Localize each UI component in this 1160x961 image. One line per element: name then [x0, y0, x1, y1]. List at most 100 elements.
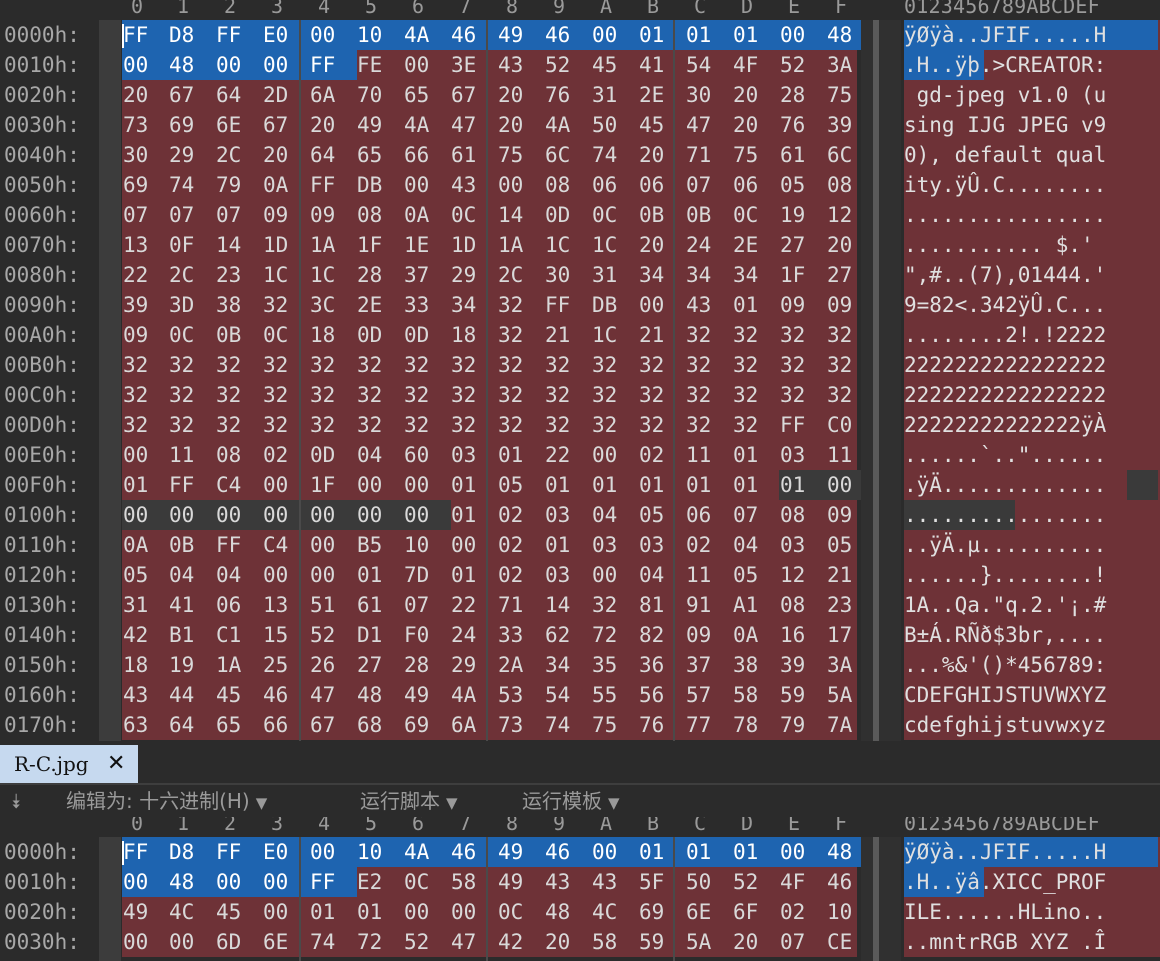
hex-byte[interactable]: 27 [356, 650, 404, 680]
hex-byte[interactable]: 07 [779, 927, 827, 957]
hex-byte[interactable]: 4A [403, 110, 451, 140]
hex-row[interactable]: 0100h: 00 00 00 00 00 00 00 01 02 03 04 05 06 07 08 09..… [0, 500, 1160, 530]
hex-byte[interactable]: 0D [403, 320, 451, 350]
hex-byte[interactable]: 32 [262, 350, 310, 380]
hex-byte[interactable]: 03 [779, 530, 827, 560]
hex-byte[interactable]: 49 [356, 110, 404, 140]
hex-byte[interactable]: 00 [779, 20, 827, 50]
hex-byte[interactable]: 58 [450, 867, 498, 897]
hex-byte[interactable]: 37 [685, 650, 733, 680]
hex-byte[interactable]: 32 [779, 380, 827, 410]
hex-row[interactable]: 0120h: 05 04 04 00 00 01 7D 01 02 03 00 04 11 05 12 21..… [0, 560, 1160, 590]
hex-byte[interactable]: 02 [779, 897, 827, 927]
hex-row[interactable]: 0000h: FF D8 FF E0 00 10 4A 46 49 46 00 01 01 01 00 48 ÿØ… [0, 20, 1160, 50]
hex-byte[interactable]: 52 [309, 620, 357, 650]
hex-byte[interactable]: 08 [779, 590, 827, 620]
hex-byte[interactable]: 07 [403, 590, 451, 620]
hex-byte[interactable]: 53 [497, 680, 545, 710]
hex-byte[interactable]: 20 [732, 80, 780, 110]
hex-byte[interactable]: 46 [262, 680, 310, 710]
hex-byte[interactable]: 03 [544, 560, 592, 590]
hex-byte[interactable]: 32 [356, 350, 404, 380]
hex-byte[interactable]: 61 [356, 590, 404, 620]
hex-byte[interactable]: 00 [356, 470, 404, 500]
hex-byte[interactable]: 30 [122, 140, 170, 170]
hex-byte[interactable]: 65 [356, 140, 404, 170]
hex-byte[interactable]: 67 [168, 80, 216, 110]
hex-byte[interactable]: 08 [779, 500, 827, 530]
hex-byte[interactable]: 4C [591, 897, 639, 927]
ascii-column[interactable]: .ÿÄ............. [904, 470, 1160, 500]
hex-byte[interactable]: 3E [450, 50, 498, 80]
hex-row[interactable]: 00A0h: 09 0C 0B 0C 18 0D 0D 18 32 21 1C 21 32 32 32 32..… [0, 320, 1160, 350]
hex-byte[interactable]: 13 [122, 230, 170, 260]
scrollbar-thumb[interactable] [873, 837, 879, 961]
hex-byte[interactable]: 0A [262, 170, 310, 200]
hex-byte[interactable]: 00 [168, 500, 216, 530]
run-script-dropdown[interactable]: 运行脚本 ▼ [360, 785, 458, 819]
hex-row[interactable]: 0080h: 22 2C 23 1C 1C 28 37 29 2C 30 31 34 34 34 1F 27 ",… [0, 260, 1160, 290]
hex-byte[interactable]: 41 [638, 50, 686, 80]
hex-byte[interactable]: 11 [685, 440, 733, 470]
hex-byte[interactable]: 12 [779, 560, 827, 590]
hex-byte[interactable]: 00 [122, 500, 170, 530]
hex-byte[interactable]: 01 [356, 897, 404, 927]
hex-byte[interactable]: 2E [638, 80, 686, 110]
hex-byte[interactable]: 72 [356, 927, 404, 957]
hex-byte[interactable]: 47 [309, 680, 357, 710]
hex-byte[interactable]: 2E [356, 290, 404, 320]
hex-byte[interactable]: 0C [403, 867, 451, 897]
hex-byte[interactable]: 32 [403, 410, 451, 440]
hex-byte[interactable]: 10 [356, 20, 404, 50]
hex-byte[interactable]: 02 [638, 440, 686, 470]
hex-byte[interactable]: 2C [168, 260, 216, 290]
hex-byte[interactable]: 33 [497, 620, 545, 650]
hex-byte[interactable]: 06 [685, 500, 733, 530]
hex-row[interactable]: 0030h: 73 69 6E 67 20 49 4A 47 20 4A 50 45 47 20 76 39 si… [0, 110, 1160, 140]
hex-byte[interactable]: B1 [168, 620, 216, 650]
scrollbar-thumb[interactable] [873, 20, 879, 741]
hex-byte[interactable]: 49 [497, 837, 545, 867]
run-template-dropdown[interactable]: 运行模板 ▼ [522, 785, 620, 819]
ascii-column[interactable]: ILE......HLino.. [904, 897, 1160, 927]
hex-byte[interactable]: 05 [732, 560, 780, 590]
hex-byte[interactable]: 1C [544, 230, 592, 260]
hex-byte[interactable]: FF [215, 20, 263, 50]
ascii-column[interactable]: CDEFGHIJSTUVWXYZ [904, 680, 1160, 710]
hex-byte[interactable]: C1 [215, 620, 263, 650]
hex-byte[interactable]: 0B [685, 200, 733, 230]
hex-byte[interactable]: 32 [403, 380, 451, 410]
hex-byte[interactable]: 75 [732, 140, 780, 170]
hex-byte[interactable]: 03 [591, 530, 639, 560]
hex-byte[interactable]: 74 [309, 927, 357, 957]
hex-byte[interactable]: 5A [685, 927, 733, 957]
hex-byte[interactable]: 32 [497, 410, 545, 440]
ascii-column[interactable]: ................ [904, 500, 1160, 530]
hex-byte[interactable]: 20 [262, 140, 310, 170]
hex-byte[interactable]: 50 [685, 867, 733, 897]
hex-byte[interactable]: 10 [356, 837, 404, 867]
hex-byte[interactable]: 0C [262, 320, 310, 350]
hex-editor-bottom-pane[interactable]: 0 1 2 3 4 5 6 7 8 9 A B C D E F 0123456789ABCDEF 0000h: F… [0, 817, 1160, 961]
hex-byte[interactable]: 30 [685, 80, 733, 110]
hex-byte[interactable]: 0C [450, 200, 498, 230]
hex-byte[interactable]: 69 [122, 170, 170, 200]
hex-byte[interactable]: 38 [215, 290, 263, 320]
hex-byte[interactable]: 18 [450, 320, 498, 350]
hex-byte[interactable]: 64 [309, 140, 357, 170]
hex-byte[interactable]: 32 [544, 380, 592, 410]
hex-byte[interactable]: 0B [215, 320, 263, 350]
hex-row[interactable]: 00E0h: 00 11 08 02 0D 04 60 03 01 22 00 02 11 01 03 11..… [0, 440, 1160, 470]
hex-byte[interactable]: 31 [122, 590, 170, 620]
hex-byte[interactable]: 2D [262, 80, 310, 110]
hex-byte[interactable]: 43 [544, 867, 592, 897]
hex-byte[interactable]: 00 [122, 50, 170, 80]
hex-byte[interactable]: 10 [403, 530, 451, 560]
hex-byte[interactable]: 00 [450, 897, 498, 927]
hex-row[interactable]: 0010h: 00 48 00 00 FF E2 0C 58 49 43 43 5F 50 52 4F 46 .H… [0, 867, 1160, 897]
hex-byte[interactable]: 52 [732, 867, 780, 897]
hex-byte[interactable]: 32 [450, 410, 498, 440]
hex-byte[interactable]: 48 [544, 897, 592, 927]
hex-row[interactable]: 0050h: 69 74 79 0A FF DB 00 43 00 08 06 06 07 06 05 08 it… [0, 170, 1160, 200]
hex-byte[interactable]: 75 [497, 140, 545, 170]
